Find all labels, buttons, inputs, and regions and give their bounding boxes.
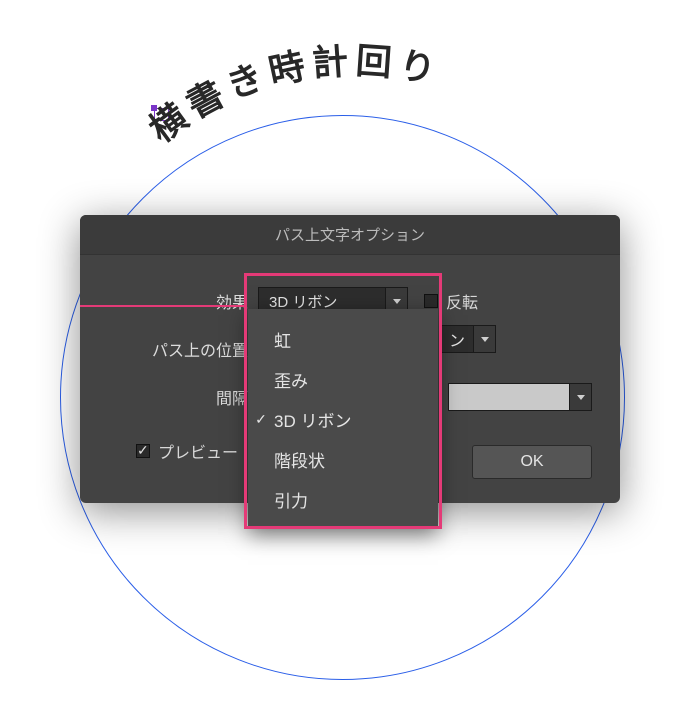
check-icon: ✓ <box>248 411 274 428</box>
spacing-label: 間隔 <box>108 385 258 409</box>
position-select-arrow[interactable] <box>473 326 495 352</box>
chevron-down-icon <box>481 337 489 342</box>
effect-option-skew[interactable]: 歪み <box>248 359 438 399</box>
ok-button-label: OK <box>520 453 543 471</box>
option-label: 階段状 <box>274 447 325 472</box>
effect-option-rainbow[interactable]: 虹 <box>248 319 438 359</box>
option-label: 引力 <box>274 487 308 512</box>
option-label: 歪み <box>274 367 308 392</box>
chevron-down-icon <box>393 299 401 304</box>
preview-label: プレビュー <box>158 439 238 463</box>
dialog-title: パス上文字オプション <box>80 215 620 255</box>
effect-option-stair-step[interactable]: 階段状 <box>248 439 438 479</box>
position-select-value-tail: ン <box>441 327 473 351</box>
ok-button[interactable]: OK <box>472 445 592 479</box>
spacing-select-arrow[interactable] <box>569 384 591 410</box>
flip-label: 反転 <box>446 289 478 313</box>
flip-checkbox[interactable] <box>424 294 438 308</box>
spacing-swatch <box>449 384 569 410</box>
annotation-pointer-line <box>80 305 244 307</box>
spacing-value-select[interactable] <box>448 383 592 411</box>
effect-option-gravity[interactable]: 引力 <box>248 479 438 519</box>
preview-checkbox[interactable] <box>136 444 150 458</box>
effect-label: 効果 <box>108 289 258 313</box>
path-text-handle[interactable] <box>154 108 169 121</box>
position-select[interactable]: ン <box>440 325 496 353</box>
dialog-title-text: パス上文字オプション <box>275 224 425 245</box>
chevron-down-icon <box>577 395 585 400</box>
effect-dropdown-list: 虹 歪み ✓ 3D リボン 階段状 引力 <box>248 309 438 529</box>
position-label: パス上の位置 <box>108 337 258 361</box>
option-label: 虹 <box>274 327 291 352</box>
effect-option-3d-ribbon[interactable]: ✓ 3D リボン <box>248 399 438 439</box>
option-label: 3D リボン <box>274 407 351 432</box>
